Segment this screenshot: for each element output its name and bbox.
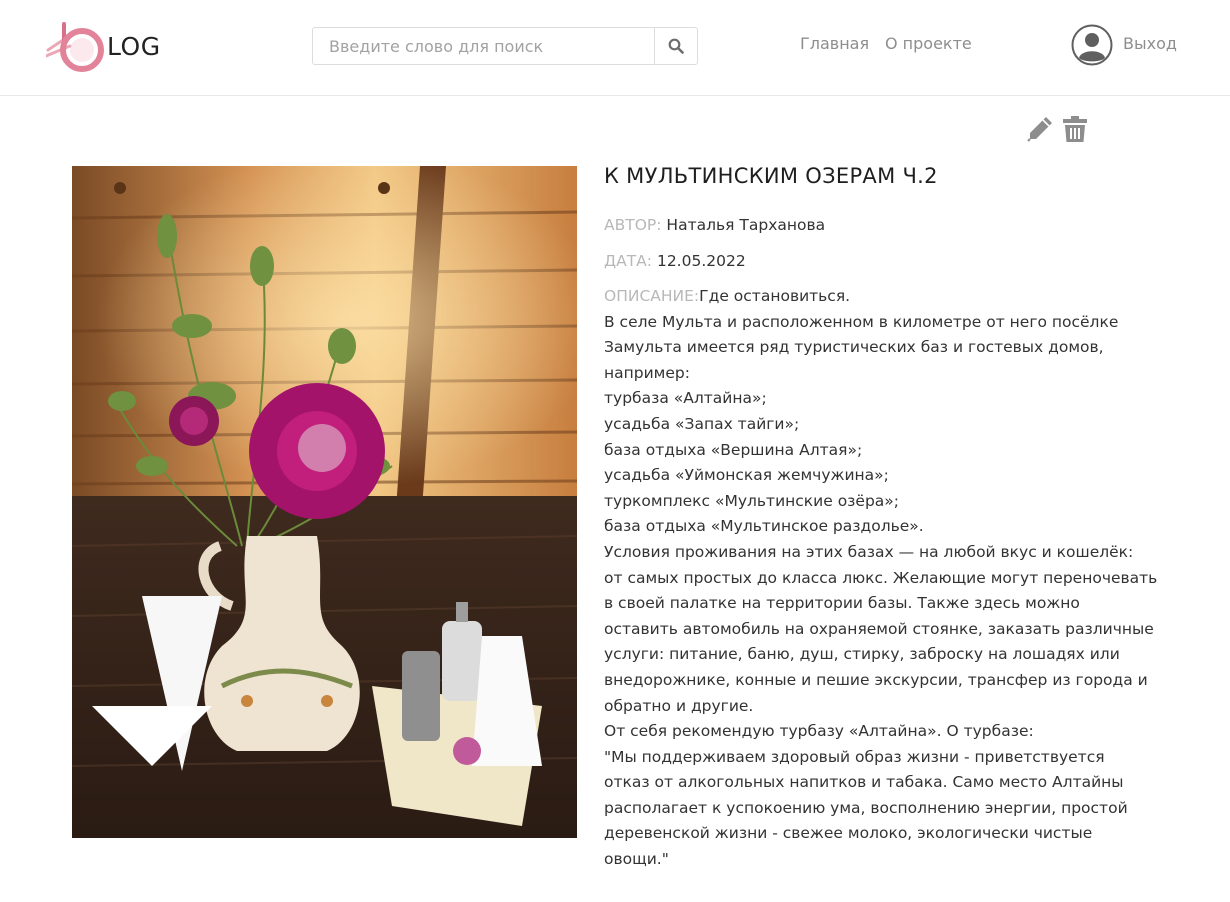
description-line: "Мы поддерживаем здоровый образ жизни - … [604, 747, 1105, 766]
description-line: оставить автомобиль на охраняемой стоянк… [604, 619, 1154, 638]
logo-text: LOG [107, 32, 161, 61]
description-line: база отдыха «Мультинское раздолье». [604, 517, 924, 536]
description-line: располагает к успокоению ума, восполнени… [604, 798, 1128, 817]
description-line: Условия проживания на этих базах — на лю… [604, 542, 1134, 561]
post-title: К МУЛЬТИНСКИМ ОЗЕРАМ Ч.2 [604, 164, 938, 188]
search-icon [668, 38, 684, 54]
description-line: от самых простых до класса люкс. Желающи… [604, 568, 1158, 587]
description-first-text: Где остановиться. [699, 287, 851, 305]
user-icon [1071, 24, 1113, 66]
delete-post-button[interactable] [1062, 115, 1088, 143]
author-label: АВТОР: [604, 216, 662, 234]
post-description: ОПИСАНИЕ:Где остановиться. В селе Мульта… [604, 284, 1184, 873]
post-author: АВТОР: Наталья Тарханова [604, 214, 1184, 236]
pencil-icon [1027, 117, 1052, 142]
logout-link[interactable]: Выход [1123, 34, 1177, 53]
description-label: ОПИСАНИЕ: [604, 287, 700, 305]
description-line: отказ от алкогольных напитков и табака. … [604, 773, 1124, 792]
description-line: От себя рекомендую турбазу «Алтайна». О … [604, 722, 1034, 741]
search-button[interactable] [654, 28, 697, 64]
post-photo [72, 166, 577, 838]
trash-icon [1063, 116, 1087, 142]
description-first-line: ОПИСАНИЕ:Где остановиться. [604, 284, 1184, 310]
description-line: база отдыха «Вершина Алтая»; [604, 440, 863, 459]
user-avatar[interactable] [1071, 24, 1113, 66]
post-article: К МУЛЬТИНСКИМ ОЗЕРАМ Ч.2 АВТОР: Наталья … [604, 164, 1184, 873]
site-header: LOG Главная О проекте Выход [0, 0, 1230, 96]
author-name: Наталья Тарханова [666, 216, 826, 234]
site-logo[interactable]: LOG [44, 20, 176, 74]
description-line: туркомплекс «Мультинские озёра»; [604, 491, 899, 510]
post-date: ДАТА: 12.05.2022 [604, 250, 1184, 272]
description-line: В селе Мульта и расположенном в километр… [604, 312, 1119, 331]
nav-link-about[interactable]: О проекте [885, 34, 972, 53]
date-label: ДАТА: [604, 252, 653, 270]
edit-post-button[interactable] [1026, 115, 1054, 143]
description-line: усадьба «Запах тайги»; [604, 414, 800, 433]
description-line: турбаза «Алтайна»; [604, 389, 767, 408]
description-line: деревенской жизни - свежее молоко, эколо… [604, 824, 1093, 843]
post-image [72, 166, 577, 838]
description-line: усадьба «Уймонская жемчужина»; [604, 466, 889, 485]
description-line: например: [604, 363, 690, 382]
description-line: услуги: питание, баню, душ, стирку, забр… [604, 645, 1120, 664]
search-bar [312, 27, 698, 65]
description-line: обратно и другие. [604, 696, 754, 715]
date-value: 12.05.2022 [656, 252, 746, 270]
description-line: внедорожнике, конные и пешие экскурсии, … [604, 670, 1148, 689]
nav-link-home[interactable]: Главная [800, 34, 869, 53]
description-line: Замульта имеется ряд туристических баз и… [604, 338, 1104, 357]
description-line: в своей палатке на территории базы. Такж… [604, 594, 1080, 613]
description-line: овощи." [604, 850, 669, 869]
search-input[interactable] [313, 28, 654, 64]
